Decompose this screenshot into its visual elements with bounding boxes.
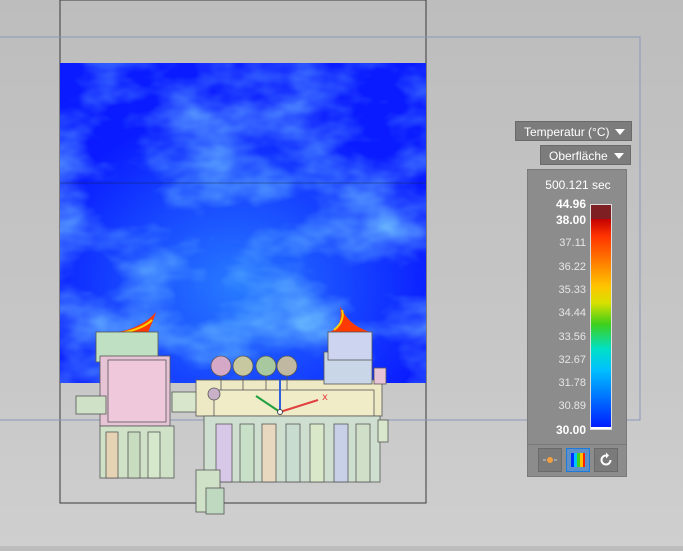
colormap-button[interactable] xyxy=(566,448,590,472)
colorbar xyxy=(590,204,612,430)
legend-tick: 36.22 xyxy=(558,261,586,273)
legend-tick: 35.33 xyxy=(558,284,586,296)
chevron-down-icon xyxy=(613,153,624,159)
legend-tick: 31.78 xyxy=(558,377,586,389)
legend-tick: 32.67 xyxy=(558,354,586,366)
legend-min-value: 30.00 xyxy=(555,423,586,437)
colorbar-underrange xyxy=(591,427,611,429)
reset-button[interactable] xyxy=(594,448,618,472)
reset-icon xyxy=(600,452,612,466)
legend-tick: 33.56 xyxy=(558,331,586,343)
quantity-label: Temperatur (°C) xyxy=(524,125,610,139)
surface-label: Oberfläche xyxy=(549,149,608,163)
legend-tick: 37.11 xyxy=(559,237,586,249)
simulation-time: 500.121 sec xyxy=(545,178,611,192)
legend-tick: 34.44 xyxy=(558,307,586,319)
colormap-icon xyxy=(571,453,585,467)
colorbar-overrange xyxy=(591,205,611,219)
quantity-dropdown[interactable]: Temperatur (°C) xyxy=(515,121,633,141)
light-icon xyxy=(543,457,557,463)
legend-tick: 30.89 xyxy=(558,400,586,412)
surface-dropdown[interactable]: Oberfläche xyxy=(540,145,631,165)
legend-tick: 38.00 xyxy=(555,213,586,227)
legend-max-value: 44.96 xyxy=(555,197,586,211)
colorbar-gradient xyxy=(591,219,611,429)
chevron-down-icon xyxy=(615,129,626,135)
light-button[interactable] xyxy=(538,448,562,472)
legend-toolbar xyxy=(527,445,627,477)
svg-text:x: x xyxy=(322,392,328,403)
color-legend: 500.121 sec 44.96 38.00 37.11 36.22 35.3… xyxy=(527,169,627,445)
